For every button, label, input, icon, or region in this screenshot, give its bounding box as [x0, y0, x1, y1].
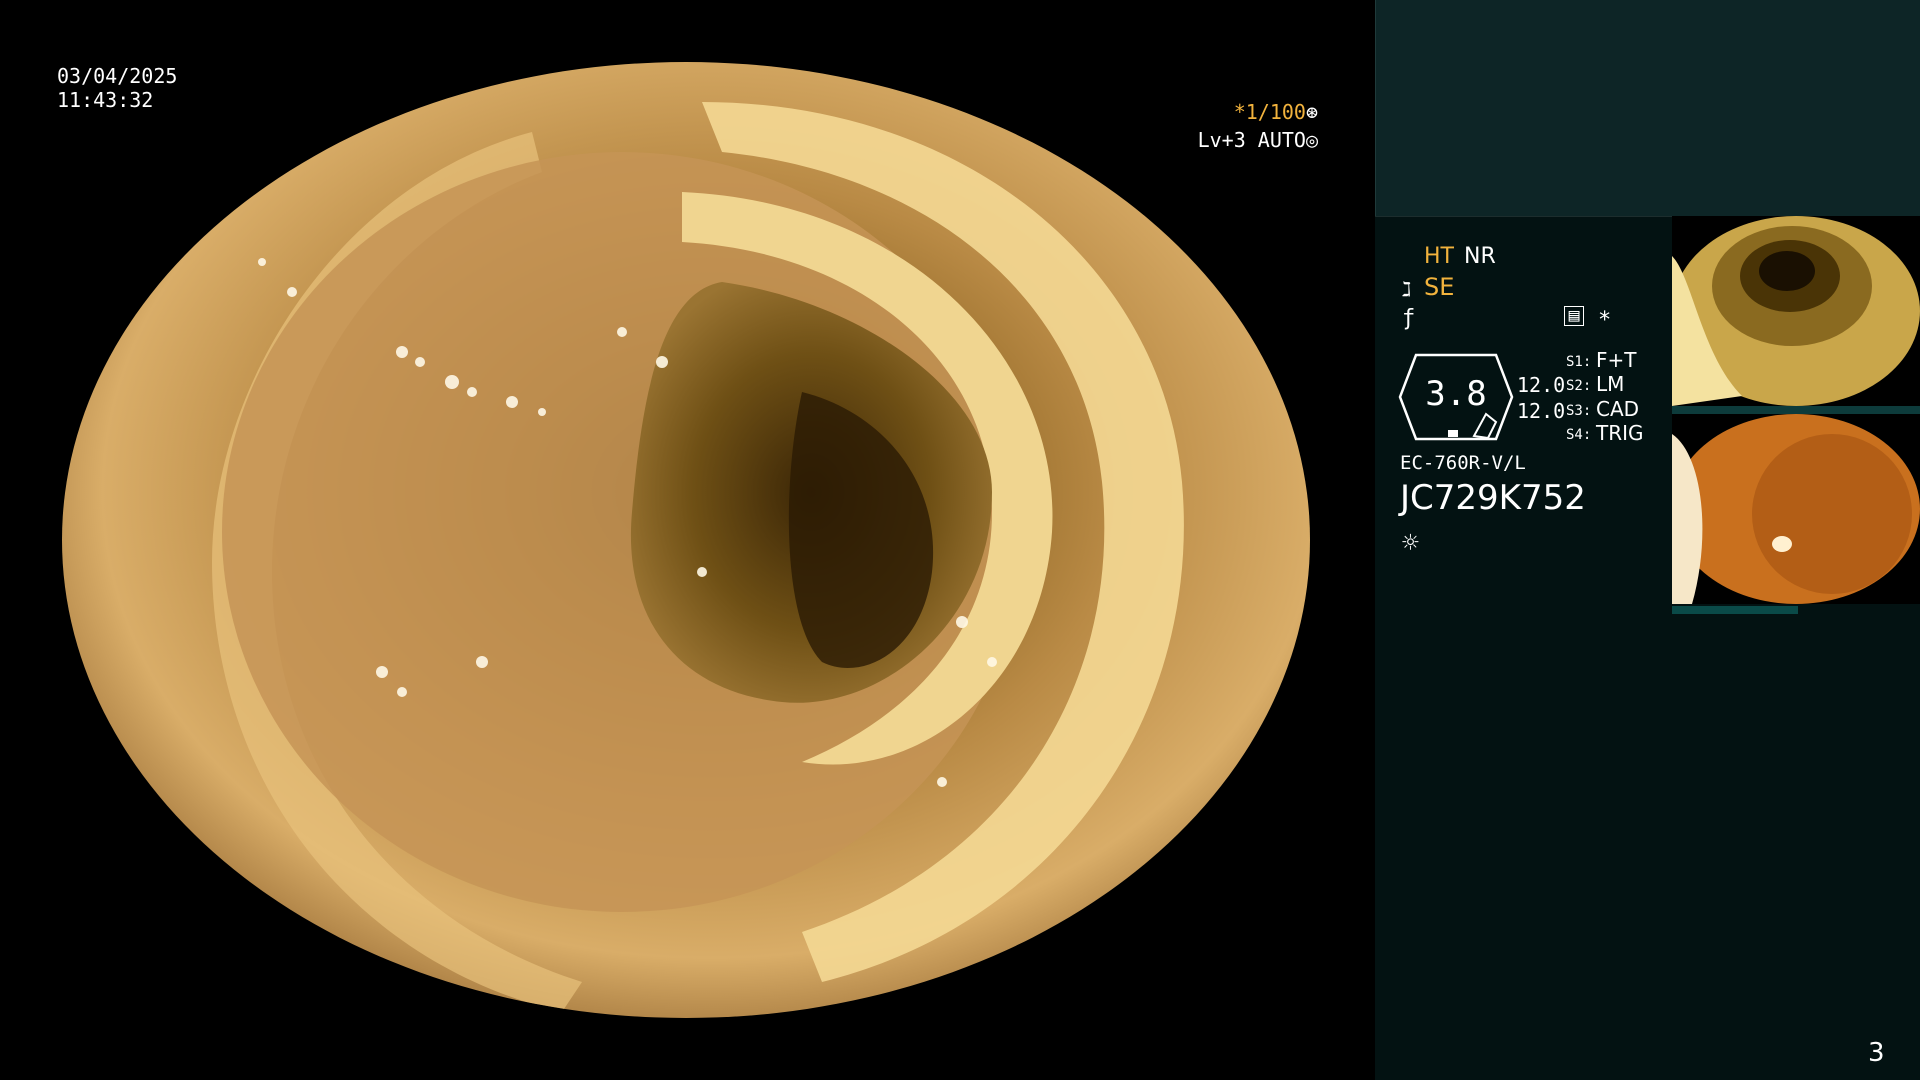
capture-thumbnail-2[interactable] — [1672, 414, 1920, 604]
thumbnail-1-image — [1672, 216, 1920, 406]
scope-serial: JC729K752 — [1400, 478, 1586, 518]
switch-2-label: S2: — [1566, 378, 1592, 394]
image-top-mask — [0, 0, 1375, 62]
switch-3-label: S3: — [1566, 403, 1592, 419]
star-indicator: * — [1598, 308, 1612, 333]
value-readout-1: 12.0 — [1517, 373, 1566, 397]
colon-lumen-image — [62, 62, 1310, 1018]
date-readout: 03/04/2025 — [57, 64, 178, 88]
light-level-value: Lv+3 AUTO — [1197, 128, 1306, 152]
value-readout-2: 12.0 — [1517, 399, 1566, 423]
time-readout: 11:43:32 — [57, 88, 154, 112]
gauge-value: 3.8 — [1425, 374, 1487, 414]
structure-enhance-icon: ℷ — [1402, 277, 1412, 301]
info-header-box — [1375, 0, 1920, 216]
ht-indicator: HT — [1424, 244, 1454, 269]
thumbnail-1-bar — [1672, 406, 1920, 414]
memory-icon: ▤ — [1564, 306, 1584, 326]
shutter-value: *1/100 — [1233, 100, 1306, 124]
light-level-readout: Lv+3 AUTO◎ — [1198, 128, 1318, 152]
auto-icon: ◎ — [1305, 128, 1318, 152]
thumbnail-2-bar — [1672, 606, 1798, 614]
page-number: 3 — [1868, 1038, 1885, 1068]
switch-4-value: TRIG — [1596, 421, 1644, 445]
shutter-readout: *1/100⊛ — [1234, 100, 1318, 124]
switch-1-label: S1: — [1566, 354, 1592, 370]
scope-model: EC-760R-V/L — [1400, 452, 1526, 474]
nr-indicator: NR — [1464, 244, 1496, 269]
switch-2-value: LM — [1596, 372, 1625, 396]
thumbnail-2-image — [1672, 414, 1920, 604]
switch-3-value: CAD — [1596, 397, 1640, 421]
switch-4-label: S4: — [1566, 427, 1592, 443]
switch-1-value: F+T — [1596, 348, 1637, 372]
capture-thumbnail-1[interactable] — [1672, 216, 1920, 406]
shutter-icon: ⊛ — [1305, 100, 1318, 124]
image-bottom-mask — [0, 1018, 1375, 1080]
se-indicator: SE — [1424, 273, 1455, 301]
endoscope-image — [62, 62, 1310, 1018]
light-source-icon: ☼ — [1402, 526, 1419, 559]
f-icon: ƒ — [1402, 306, 1416, 331]
